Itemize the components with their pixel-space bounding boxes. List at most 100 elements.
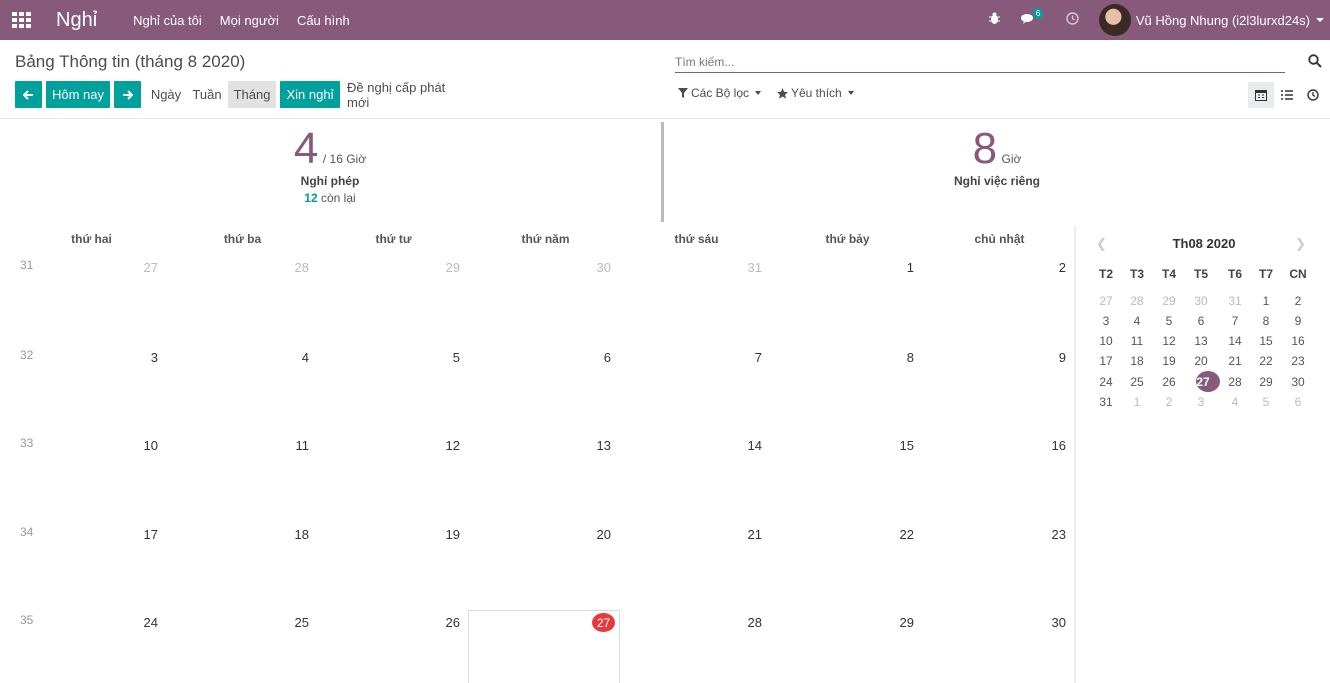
calendar-day[interactable]: 30 bbox=[1036, 615, 1066, 630]
calendar-day[interactable]: 29 bbox=[430, 260, 460, 275]
mini-day[interactable]: 12 bbox=[1154, 334, 1184, 348]
mini-prev-icon[interactable]: ❮ bbox=[1096, 236, 1107, 252]
mini-day[interactable]: 13 bbox=[1186, 334, 1216, 348]
calendar-day[interactable]: 26 bbox=[430, 615, 460, 630]
mini-day[interactable]: 25 bbox=[1122, 375, 1152, 389]
mini-day[interactable]: 2 bbox=[1283, 294, 1313, 308]
menu-configuration[interactable]: Cấu hình bbox=[297, 13, 350, 28]
bug-icon[interactable] bbox=[988, 12, 1001, 28]
calendar-day[interactable]: 4 bbox=[279, 350, 309, 365]
calendar-day[interactable]: 27 bbox=[128, 260, 158, 275]
calendar-day[interactable]: 3 bbox=[128, 350, 158, 365]
calendar-day[interactable]: 30 bbox=[581, 260, 611, 275]
calendar-day[interactable]: 31 bbox=[732, 260, 762, 275]
calendar-day[interactable]: 29 bbox=[884, 615, 914, 630]
mini-day[interactable]: 9 bbox=[1283, 314, 1313, 328]
mini-day[interactable]: 30 bbox=[1186, 294, 1216, 308]
calendar-day[interactable]: 17 bbox=[128, 527, 158, 542]
calendar-day[interactable]: 13 bbox=[581, 438, 611, 453]
calendar-day[interactable]: 22 bbox=[884, 527, 914, 542]
mini-day[interactable]: 15 bbox=[1251, 334, 1281, 348]
calendar-day[interactable]: 6 bbox=[581, 350, 611, 365]
search-icon[interactable] bbox=[1308, 54, 1322, 68]
mini-day[interactable]: 1 bbox=[1122, 395, 1152, 409]
user-avatar[interactable] bbox=[1098, 4, 1131, 36]
mini-day[interactable]: 30 bbox=[1283, 375, 1313, 389]
scale-week-button[interactable]: Tuần bbox=[189, 81, 225, 108]
mini-day[interactable]: 28 bbox=[1122, 294, 1152, 308]
mini-day[interactable]: 29 bbox=[1154, 294, 1184, 308]
scale-month-button[interactable]: Tháng bbox=[228, 81, 276, 108]
mini-day[interactable]: 28 bbox=[1220, 375, 1250, 389]
calendar-day[interactable]: 12 bbox=[430, 438, 460, 453]
calendar-view-button[interactable] bbox=[1248, 82, 1274, 108]
mini-day[interactable]: 4 bbox=[1122, 314, 1152, 328]
mini-day[interactable]: 5 bbox=[1154, 314, 1184, 328]
calendar-day[interactable]: 24 bbox=[128, 615, 158, 630]
calendar-day[interactable]: 10 bbox=[128, 438, 158, 453]
mini-day[interactable]: 6 bbox=[1283, 395, 1313, 409]
calendar-day[interactable]: 18 bbox=[279, 527, 309, 542]
mini-day[interactable]: 10 bbox=[1091, 334, 1121, 348]
calendar-day[interactable]: 25 bbox=[279, 615, 309, 630]
mini-day[interactable]: 6 bbox=[1186, 314, 1216, 328]
filters-dropdown[interactable]: Các Bộ lọc bbox=[678, 86, 762, 100]
mini-day[interactable]: 29 bbox=[1251, 375, 1281, 389]
calendar-day[interactable]: 28 bbox=[732, 615, 762, 630]
mini-day[interactable]: 31 bbox=[1091, 395, 1121, 409]
calendar-day[interactable]: 19 bbox=[430, 527, 460, 542]
activity-clock-icon[interactable] bbox=[1066, 12, 1079, 28]
mini-next-icon[interactable]: ❯ bbox=[1295, 236, 1306, 252]
mini-selected-day[interactable]: 27 bbox=[1188, 375, 1218, 389]
mini-day[interactable]: 2 bbox=[1154, 395, 1184, 409]
mini-day[interactable]: 21 bbox=[1220, 354, 1250, 368]
menu-everyone[interactable]: Mọi người bbox=[220, 13, 279, 28]
calendar-day[interactable]: 1 bbox=[884, 260, 914, 275]
prev-button[interactable] bbox=[15, 81, 42, 108]
calendar-day[interactable]: 16 bbox=[1036, 438, 1066, 453]
mini-day[interactable]: 24 bbox=[1091, 375, 1121, 389]
today-button[interactable]: Hôm nay bbox=[46, 81, 110, 108]
mini-day[interactable]: 19 bbox=[1154, 354, 1184, 368]
mini-day[interactable]: 22 bbox=[1251, 354, 1281, 368]
mini-day[interactable]: 18 bbox=[1122, 354, 1152, 368]
calendar-day[interactable]: 21 bbox=[732, 527, 762, 542]
app-brand[interactable]: Nghỉ bbox=[56, 9, 97, 32]
menu-my-leaves[interactable]: Nghỉ của tôi bbox=[133, 13, 202, 28]
mini-day[interactable]: 7 bbox=[1220, 314, 1250, 328]
mini-day[interactable]: 11 bbox=[1122, 334, 1152, 348]
mini-day[interactable]: 8 bbox=[1251, 314, 1281, 328]
next-button[interactable] bbox=[114, 81, 141, 108]
favorites-dropdown[interactable]: Yêu thích bbox=[777, 86, 854, 100]
mini-day[interactable]: 1 bbox=[1251, 294, 1281, 308]
mini-day[interactable]: 5 bbox=[1251, 395, 1281, 409]
calendar-day[interactable]: 9 bbox=[1036, 350, 1066, 365]
mini-day[interactable]: 16 bbox=[1283, 334, 1313, 348]
calendar-day[interactable]: 15 bbox=[884, 438, 914, 453]
mini-day[interactable]: 27 bbox=[1091, 294, 1121, 308]
mini-day[interactable]: 31 bbox=[1220, 294, 1250, 308]
calendar-day[interactable]: 5 bbox=[430, 350, 460, 365]
request-leave-button[interactable]: Xin nghỉ bbox=[280, 81, 340, 108]
mini-day[interactable]: 17 bbox=[1091, 354, 1121, 368]
mini-day[interactable]: 26 bbox=[1154, 375, 1184, 389]
calendar-day[interactable]: 11 bbox=[279, 438, 310, 453]
calendar-day[interactable]: 7 bbox=[732, 350, 762, 365]
user-menu-caret-icon[interactable] bbox=[1316, 18, 1324, 22]
apps-menu-icon[interactable] bbox=[12, 12, 32, 28]
calendar-day[interactable]: 14 bbox=[732, 438, 762, 453]
mini-day[interactable]: 3 bbox=[1186, 395, 1216, 409]
calendar-day[interactable]: 8 bbox=[884, 350, 914, 365]
mini-day[interactable]: 14 bbox=[1220, 334, 1250, 348]
activity-view-button[interactable] bbox=[1300, 82, 1326, 108]
mini-day[interactable]: 23 bbox=[1283, 354, 1313, 368]
calendar-day[interactable]: 23 bbox=[1036, 527, 1066, 542]
user-name[interactable]: Vũ Hồng Nhung (i2l3lurxd24s) bbox=[1136, 13, 1310, 28]
calendar-day[interactable]: 28 bbox=[279, 260, 309, 275]
scale-day-button[interactable]: Ngày bbox=[147, 81, 185, 108]
list-view-button[interactable] bbox=[1274, 82, 1300, 108]
mini-day[interactable]: 3 bbox=[1091, 314, 1121, 328]
mini-day[interactable]: 4 bbox=[1220, 395, 1250, 409]
messages-icon[interactable]: 6 bbox=[1020, 7, 1044, 28]
new-allocation-button[interactable]: Đề nghị cấp phát mới bbox=[347, 80, 465, 110]
